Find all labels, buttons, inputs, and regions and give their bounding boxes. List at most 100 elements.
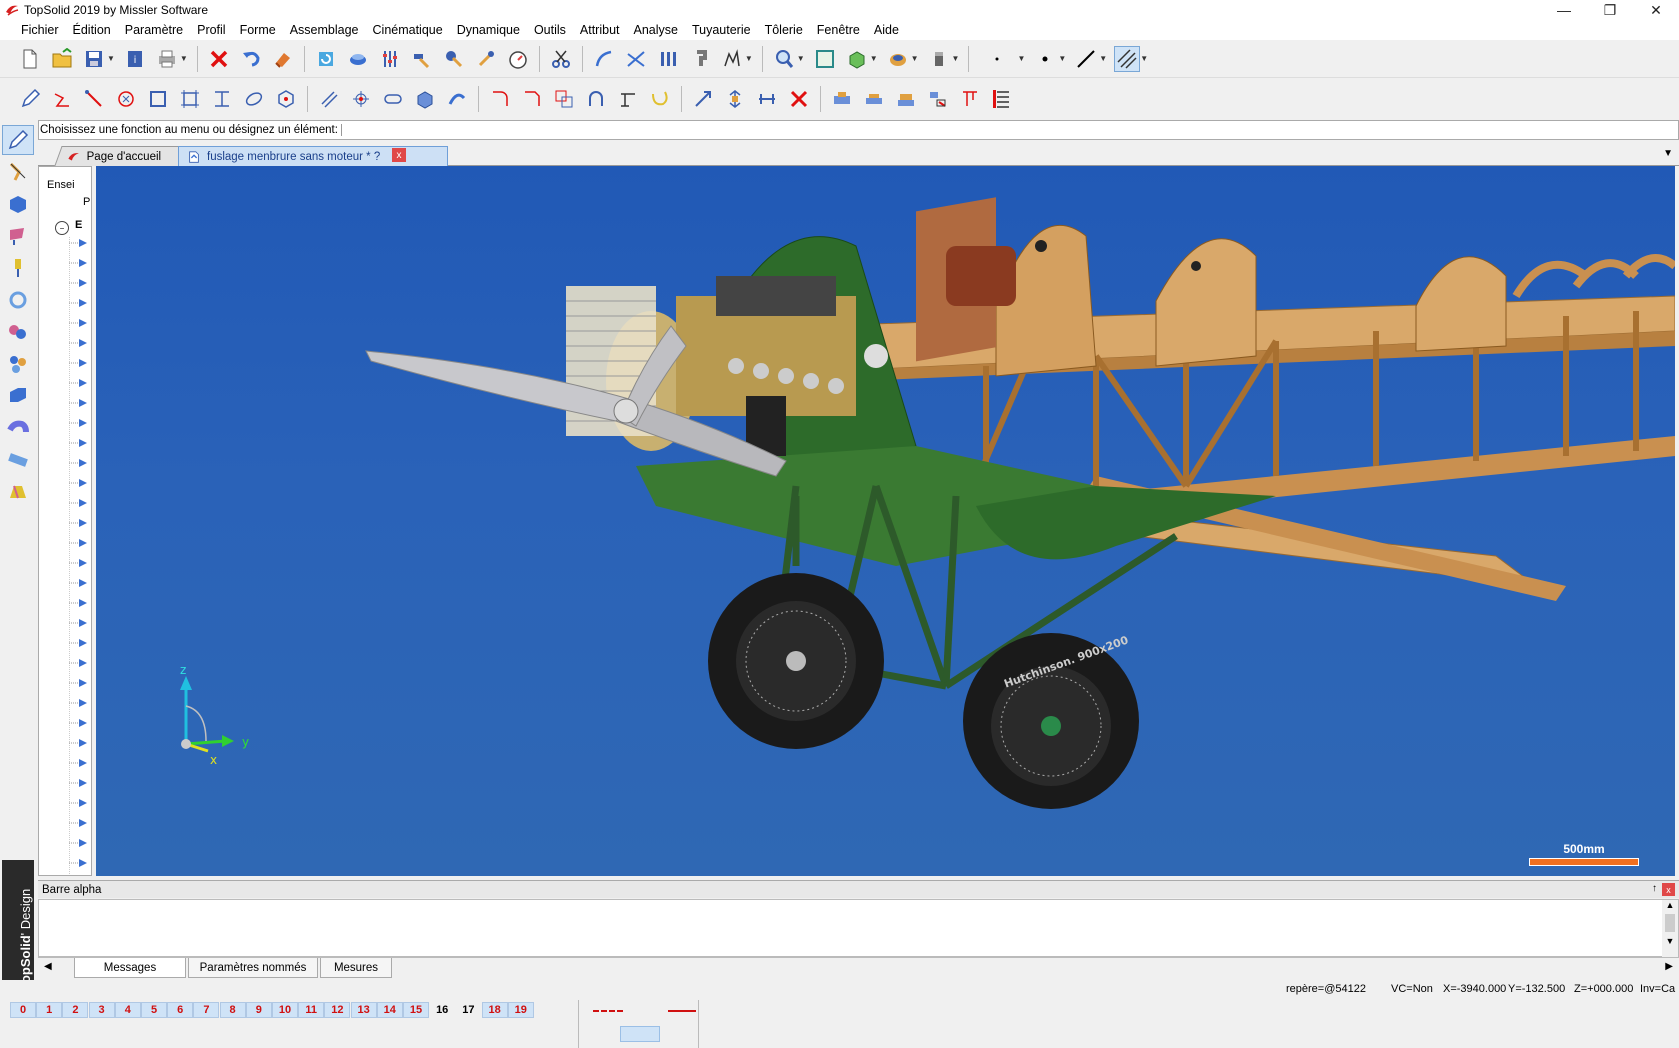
tree-item[interactable]	[69, 719, 87, 727]
restore-button[interactable]: ❐	[1587, 0, 1633, 20]
block-4-button[interactable]	[925, 86, 951, 112]
layer-13-button[interactable]: 13	[350, 1002, 377, 1018]
material-button[interactable]	[926, 46, 952, 72]
hatch-button[interactable]	[1114, 45, 1141, 72]
tab-messages[interactable]: Messages	[74, 958, 186, 978]
fillet-button[interactable]	[487, 86, 513, 112]
mode-parts-button[interactable]	[2, 349, 34, 379]
tree-item[interactable]	[69, 399, 87, 407]
trim-button[interactable]	[209, 86, 235, 112]
copy-shape-button[interactable]	[551, 86, 577, 112]
tree-item[interactable]	[69, 699, 87, 707]
layer-9-button[interactable]: 9	[245, 1002, 272, 1018]
minimize-button[interactable]: —	[1541, 0, 1587, 20]
menu-attribut[interactable]: Attribut	[573, 23, 627, 37]
new-file-button[interactable]	[17, 46, 43, 72]
close-button[interactable]: ✕	[1633, 0, 1679, 20]
ellipse-button[interactable]	[241, 86, 267, 112]
tree-root-expander[interactable]: −	[55, 221, 69, 235]
tree-item[interactable]	[69, 839, 87, 847]
mode-drawing-button[interactable]	[2, 445, 34, 475]
layer-12-button[interactable]: 12	[324, 1002, 351, 1018]
block-1-button[interactable]	[829, 86, 855, 112]
eraser-button[interactable]	[270, 46, 296, 72]
tree-item[interactable]	[69, 639, 87, 647]
tree-item[interactable]	[69, 479, 87, 487]
tree-item[interactable]	[69, 619, 87, 627]
view-button[interactable]	[844, 46, 870, 72]
lasso-button[interactable]	[647, 86, 673, 112]
tab-measures[interactable]: Mesures	[320, 958, 392, 978]
analysis-dropdown-icon[interactable]: ▼	[745, 54, 753, 63]
tree-item[interactable]	[69, 859, 87, 867]
measure-button[interactable]	[505, 46, 531, 72]
tree-items[interactable]	[69, 237, 91, 876]
alpha-scrollbar[interactable]: ▲ ▼	[1662, 900, 1678, 958]
tree-item[interactable]	[69, 799, 87, 807]
hatch-dropdown-icon[interactable]: ▼	[1140, 54, 1148, 63]
tabs-right-arrow-icon[interactable]: ▶	[1665, 961, 1673, 972]
layer-3-button[interactable]: 3	[88, 1002, 115, 1018]
menu-dynamique[interactable]: Dynamique	[450, 23, 527, 37]
save-button[interactable]	[81, 46, 107, 72]
mode-shape-button[interactable]	[2, 189, 34, 219]
dimension-button[interactable]	[615, 86, 641, 112]
view-dropdown-icon[interactable]: ▼	[870, 54, 878, 63]
tree-item[interactable]	[69, 599, 87, 607]
menu-edition[interactable]: Édition	[66, 23, 118, 37]
parameters-button[interactable]	[377, 46, 403, 72]
block-6-button[interactable]	[989, 86, 1015, 112]
alpha-bar-content[interactable]: ▲ ▼	[38, 899, 1679, 958]
tree-item[interactable]	[69, 519, 87, 527]
refresh-button[interactable]	[313, 46, 339, 72]
tree-item[interactable]	[69, 539, 87, 547]
scissors-button[interactable]	[548, 46, 574, 72]
layer-4-button[interactable]: 4	[114, 1002, 141, 1018]
tree-item[interactable]	[69, 559, 87, 567]
tree-tab-ensemble[interactable]: Ensei	[47, 179, 75, 191]
layer-19-button[interactable]: 19	[507, 1002, 534, 1018]
layer-0-button[interactable]: 0	[10, 1002, 36, 1018]
menu-assemblage[interactable]: Assemblage	[283, 23, 366, 37]
block-5-button[interactable]	[957, 86, 983, 112]
columns-button[interactable]	[655, 46, 681, 72]
line-button[interactable]	[1073, 46, 1099, 72]
line-style-selector[interactable]	[620, 1026, 660, 1042]
layer-5-button[interactable]: 5	[141, 1002, 167, 1018]
menu-forme[interactable]: Forme	[233, 23, 283, 37]
tree-item[interactable]	[69, 499, 87, 507]
undo-button[interactable]	[238, 46, 264, 72]
point-style-dropdown-icon[interactable]: ▼	[1058, 54, 1066, 63]
open-file-button[interactable]	[49, 46, 75, 72]
extrude-button[interactable]	[412, 86, 438, 112]
analysis-button[interactable]	[719, 46, 745, 72]
hammer-button[interactable]	[409, 46, 435, 72]
mode-circle-button[interactable]	[2, 285, 34, 315]
mode-assembly-button[interactable]	[2, 317, 34, 347]
zoom-dropdown-icon[interactable]: ▼	[797, 54, 805, 63]
mode-sheet-button[interactable]	[2, 381, 34, 411]
mode-sketch-button[interactable]	[2, 125, 34, 155]
hook-button[interactable]	[687, 46, 713, 72]
mode-render-button[interactable]	[2, 477, 34, 507]
tab-named-parameters[interactable]: Paramètres nommés	[188, 958, 318, 978]
layer-7-button[interactable]: 7	[193, 1002, 220, 1018]
line-style-dashed[interactable]	[593, 1010, 623, 1012]
point-button[interactable]	[348, 86, 374, 112]
layer-10-button[interactable]: 10	[272, 1002, 298, 1018]
tabs-dropdown-icon[interactable]: ▼	[1663, 148, 1673, 159]
material-dropdown-icon[interactable]: ▼	[952, 54, 960, 63]
tree-item[interactable]	[69, 679, 87, 687]
layer-17-button[interactable]: 17	[455, 1002, 481, 1018]
scroll-down-icon[interactable]: ▼	[1662, 936, 1678, 946]
scroll-up-icon[interactable]: ▲	[1662, 900, 1678, 910]
menu-profil[interactable]: Profil	[190, 23, 232, 37]
menu-analyse[interactable]: Analyse	[627, 23, 685, 37]
curve-tool-2-button[interactable]	[623, 46, 649, 72]
tree-item[interactable]	[69, 579, 87, 587]
menu-cinematique[interactable]: Cinématique	[366, 23, 450, 37]
layer-15-button[interactable]: 15	[403, 1002, 429, 1018]
mode-pipe-button[interactable]	[2, 413, 34, 443]
polygon-button[interactable]	[273, 86, 299, 112]
circle-button[interactable]	[113, 86, 139, 112]
